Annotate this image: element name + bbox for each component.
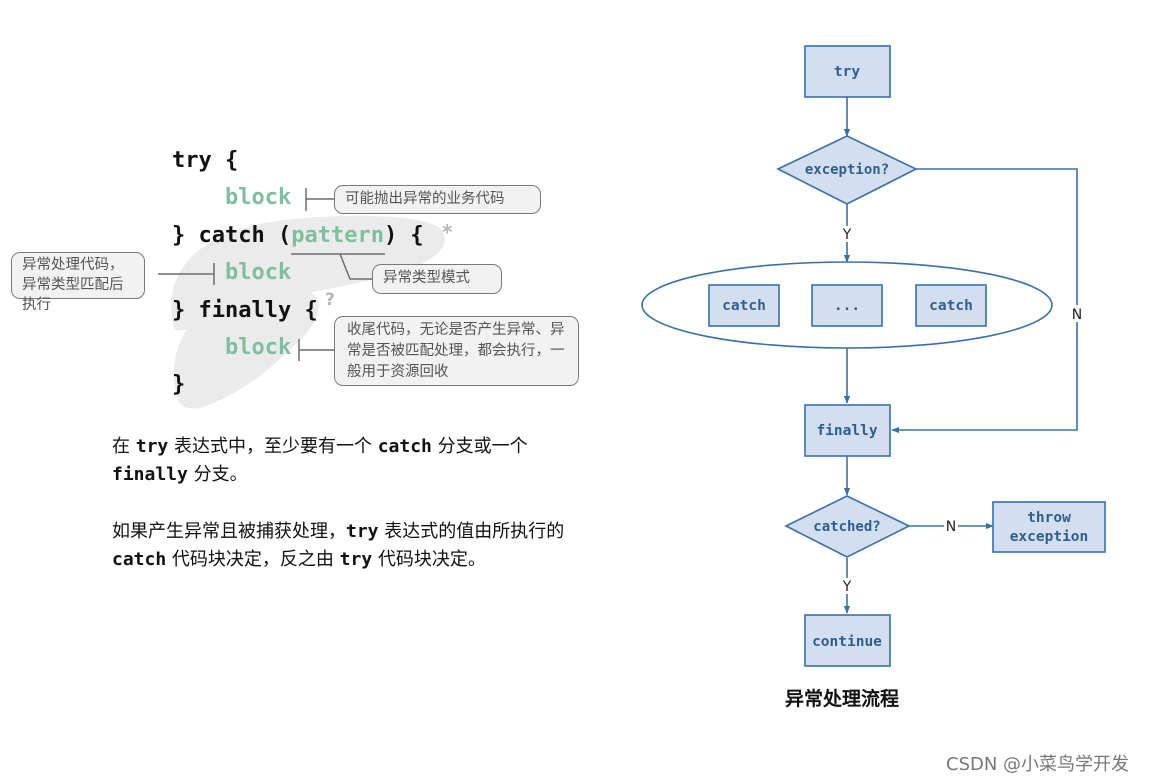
edge-label-exception-no: N — [1072, 307, 1082, 323]
watermark: CSDN @小菜鸟学开发 — [946, 754, 1130, 775]
node-catch-more-label: ... — [834, 298, 860, 314]
edge-label-catched-yes: Y — [842, 579, 852, 595]
exception-flowchart: try exception? catch ... catch finally c… — [641, 45, 1106, 667]
node-catch-2-label: catch — [929, 298, 973, 314]
flowchart-caption: 异常处理流程 — [785, 688, 900, 710]
edge-label-catched-no: N — [946, 519, 956, 535]
node-finally-label: finally — [816, 423, 877, 439]
node-catch-1-label: catch — [722, 298, 766, 314]
node-throw-label-1: throw — [1027, 510, 1071, 526]
node-continue-label: continue — [812, 634, 882, 650]
edge-exception-no-b — [891, 322, 1078, 434]
node-exception-label: exception? — [805, 162, 889, 178]
edge-label-exception-yes: Y — [842, 227, 852, 243]
node-try-label: try — [834, 64, 860, 80]
node-throw-label-2: exception — [1010, 529, 1089, 545]
node-catched-label: catched? — [813, 519, 880, 535]
